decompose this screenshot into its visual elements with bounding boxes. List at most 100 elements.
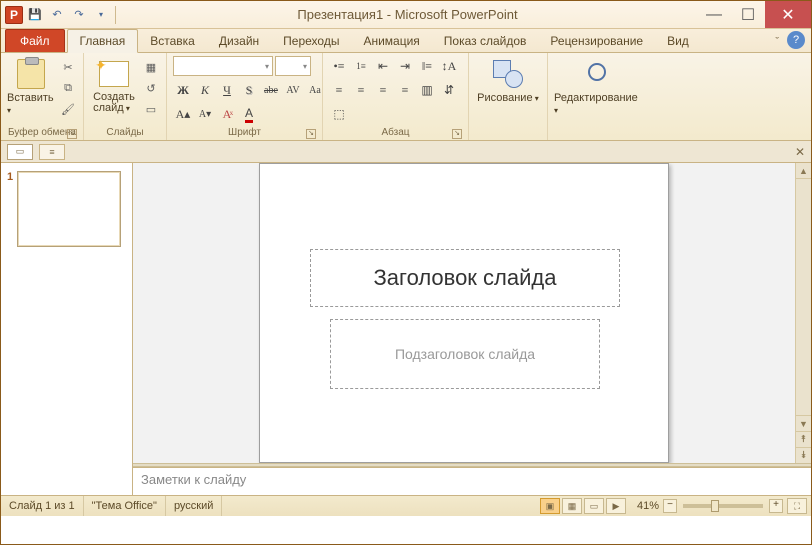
save-icon[interactable]: 💾 (25, 5, 45, 25)
status-theme[interactable]: "Тема Office" (84, 496, 166, 516)
find-icon (586, 61, 612, 87)
title-bar: P 💾 ↶ ↷ ▾ Презентация1 - Microsoft Power… (1, 1, 811, 29)
columns-button[interactable]: ▥ (417, 80, 437, 100)
close-button[interactable]: ✕ (765, 1, 811, 28)
tab-view[interactable]: Вид (655, 30, 701, 52)
increase-indent-button[interactable]: ⇥ (395, 56, 415, 76)
group-label-paragraph: Абзац (381, 127, 409, 138)
editing-button[interactable]: Редактирование (554, 56, 644, 116)
reset-icon[interactable]: ↺ (142, 79, 160, 97)
zoom-knob[interactable] (711, 500, 719, 512)
zoom-slider[interactable] (683, 504, 763, 508)
window-controls: — ☐ ✕ (697, 1, 811, 28)
paragraph-launcher[interactable]: ↘ (452, 129, 462, 139)
undo-icon[interactable]: ↶ (47, 5, 67, 25)
notes-pane[interactable]: Заметки к слайду (133, 467, 811, 495)
strikethrough-button[interactable]: abe (261, 80, 281, 100)
change-case-button[interactable]: Aa (305, 80, 325, 100)
ribbon-collapse-icon[interactable]: ˇ (775, 36, 779, 48)
font-color-button[interactable]: A (239, 104, 259, 124)
zoom-in-button[interactable]: + (769, 499, 783, 513)
zoom-percent[interactable]: 41% (633, 500, 663, 512)
decrease-indent-button[interactable]: ⇤ (373, 56, 393, 76)
view-slideshow-button[interactable]: ▶ (606, 498, 626, 514)
tab-slideshow[interactable]: Показ слайдов (432, 30, 539, 52)
scroll-down-icon[interactable]: ▼ (796, 415, 811, 431)
text-direction-button[interactable]: ↕A (439, 56, 459, 76)
align-left-button[interactable]: ≡ (329, 80, 349, 100)
group-paragraph: •≡ 1≡ ⇤ ⇥ ‖≡ ↕A ≡ ≡ ≡ ≡ ▥ ⇵ ⬚ Абзац ↘ (323, 53, 469, 140)
redo-icon[interactable]: ↷ (69, 5, 89, 25)
thumbnails-pane-button[interactable]: ▭ (7, 144, 33, 160)
app-icon[interactable]: P (5, 6, 23, 24)
view-reading-button[interactable]: ▭ (584, 498, 604, 514)
convert-smartart-button[interactable]: ⬚ (329, 104, 349, 124)
help-icon[interactable]: ? (787, 31, 805, 49)
tab-file[interactable]: Файл (5, 29, 65, 52)
group-drawing: Рисование (469, 53, 548, 140)
tab-design[interactable]: Дизайн (207, 30, 271, 52)
shrink-font-button[interactable]: A▾ (195, 104, 215, 124)
clipboard-icon (17, 59, 45, 89)
slide-canvas-area[interactable]: Заголовок слайда Подзаголовок слайда (133, 163, 795, 463)
align-right-button[interactable]: ≡ (373, 80, 393, 100)
line-spacing-button[interactable]: ‖≡ (417, 56, 437, 76)
bold-button[interactable]: Ж (173, 80, 193, 100)
view-sorter-button[interactable]: ▦ (562, 498, 582, 514)
group-label-editing (554, 124, 644, 140)
group-slides: Создать слайд ▦ ↺ ▭ Слайды (84, 53, 167, 140)
section-icon[interactable]: ▭ (142, 100, 160, 118)
shapes-icon (493, 60, 523, 88)
layout-icon[interactable]: ▦ (142, 58, 160, 76)
tab-transitions[interactable]: Переходы (271, 30, 351, 52)
paste-button[interactable]: Вставить (7, 56, 55, 116)
zoom-out-button[interactable]: − (663, 499, 677, 513)
justify-button[interactable]: ≡ (395, 80, 415, 100)
italic-button[interactable]: К (195, 80, 215, 100)
shadow-button[interactable]: S (239, 80, 259, 100)
prev-slide-icon[interactable]: ⯭ (796, 431, 811, 447)
scroll-up-icon[interactable]: ▲ (796, 163, 811, 179)
drawing-button[interactable]: Рисование (475, 56, 541, 104)
panel-strip: ▭ ≡ ✕ (1, 141, 811, 163)
format-painter-icon[interactable]: 🖌 (59, 100, 77, 118)
bullets-button[interactable]: •≡ (329, 56, 349, 76)
clipboard-launcher[interactable]: ↘ (67, 129, 77, 139)
tab-animation[interactable]: Анимация (351, 30, 431, 52)
font-launcher[interactable]: ↘ (306, 129, 316, 139)
window-title: Презентация1 - Microsoft PowerPoint (118, 7, 697, 22)
group-label-slides: Слайды (106, 127, 143, 138)
slide: Заголовок слайда Подзаголовок слайда (259, 163, 669, 463)
subtitle-placeholder[interactable]: Подзаголовок слайда (330, 319, 600, 389)
underline-button[interactable]: Ч (217, 80, 237, 100)
title-placeholder[interactable]: Заголовок слайда (310, 249, 620, 307)
new-slide-button[interactable]: Создать слайд (90, 56, 138, 114)
fit-window-button[interactable]: ⛶ (787, 498, 807, 514)
view-normal-button[interactable]: ▣ (540, 498, 560, 514)
tab-home[interactable]: Главная (67, 29, 139, 53)
vertical-scrollbar[interactable]: ▲ ▼ ⯭ ⯯ (795, 163, 811, 463)
next-slide-icon[interactable]: ⯯ (796, 447, 811, 463)
clear-format-button[interactable]: Aͯ (217, 104, 237, 124)
tab-review[interactable]: Рецензирование (538, 30, 655, 52)
char-spacing-button[interactable]: AV (283, 80, 303, 100)
quick-access-toolbar: P 💾 ↶ ↷ ▾ (1, 5, 118, 25)
copy-icon[interactable]: ⧉ (59, 79, 77, 97)
group-label-font: Шрифт (228, 127, 261, 138)
outline-pane-button[interactable]: ≡ (39, 144, 65, 160)
status-language[interactable]: русский (166, 496, 222, 516)
minimize-button[interactable]: — (697, 1, 731, 28)
align-text-button[interactable]: ⇵ (439, 80, 459, 100)
grow-font-button[interactable]: A▴ (173, 104, 193, 124)
close-pane-icon[interactable]: ✕ (795, 145, 805, 159)
font-size-combo[interactable] (275, 56, 311, 76)
numbering-button[interactable]: 1≡ (351, 56, 371, 76)
status-slide-count[interactable]: Слайд 1 из 1 (1, 496, 84, 516)
cut-icon[interactable]: ✂ (59, 58, 77, 76)
slide-thumbnail[interactable] (17, 171, 121, 247)
font-family-combo[interactable] (173, 56, 273, 76)
qat-customize-icon[interactable]: ▾ (91, 5, 111, 25)
align-center-button[interactable]: ≡ (351, 80, 371, 100)
maximize-button[interactable]: ☐ (731, 1, 765, 28)
tab-insert[interactable]: Вставка (138, 30, 207, 52)
